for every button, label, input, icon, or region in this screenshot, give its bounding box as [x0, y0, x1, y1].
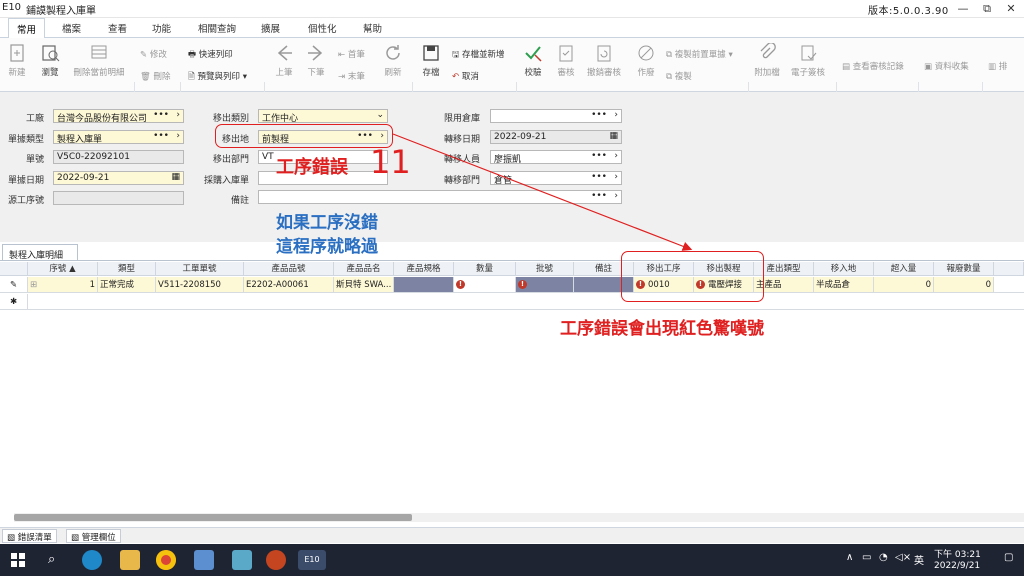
annotation-red-exclaim: 工序錯誤會出現紅色驚嘆號 — [560, 319, 764, 339]
annotation-number: 11 — [370, 143, 411, 181]
annotation-process-error: 工序錯誤 — [276, 157, 348, 178]
annotation-arrow — [392, 133, 693, 251]
annotation-skip-line1: 如果工序沒錯 — [276, 213, 378, 233]
annotation-skip-line2: 這程序就略過 — [276, 237, 378, 257]
